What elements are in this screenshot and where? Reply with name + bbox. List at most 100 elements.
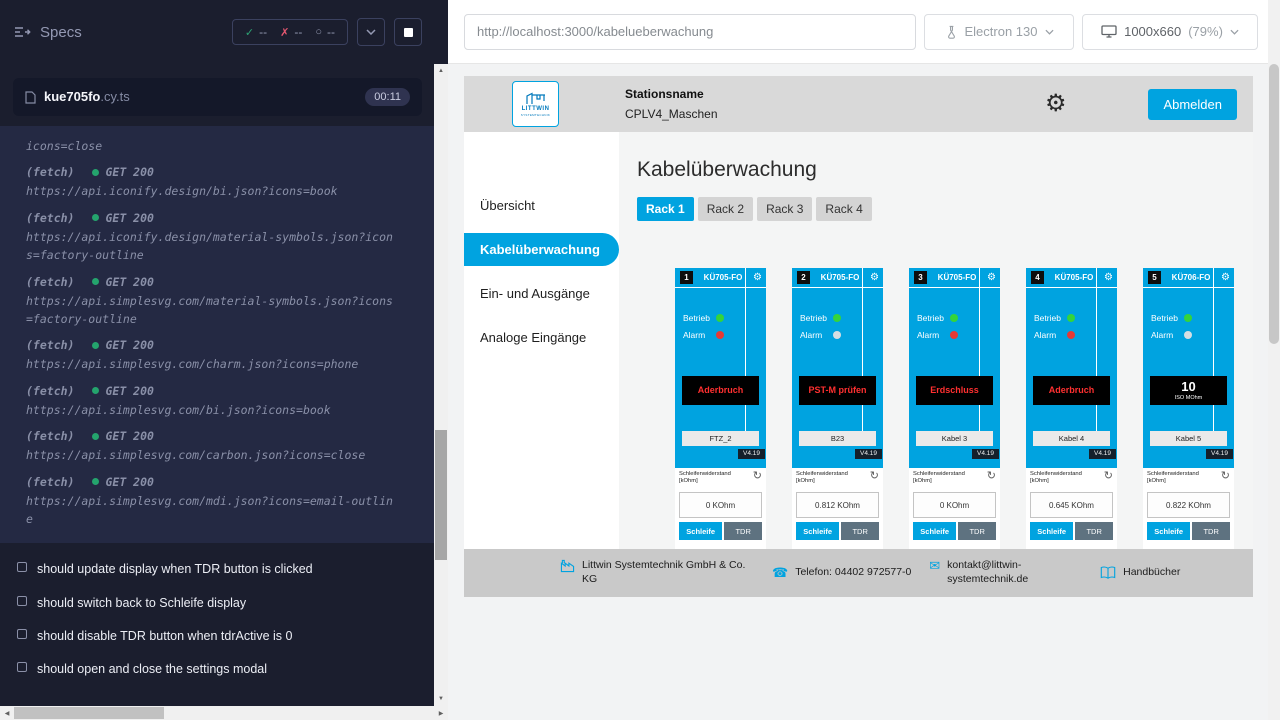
log-entry[interactable]: (fetch)GET 200https://api.simplesvg.com/… xyxy=(0,333,434,378)
page-scroll-thumb[interactable] xyxy=(1269,64,1279,344)
collapse-button[interactable] xyxy=(357,18,385,46)
scroll-right-arrow[interactable]: ▶ xyxy=(434,706,448,720)
page-scrollbar[interactable] xyxy=(1268,0,1280,720)
response-ok-dot xyxy=(92,387,99,394)
betrieb-row: Betrieb xyxy=(1034,309,1117,326)
status-display: Erdschluss xyxy=(916,376,993,405)
sidebar-item[interactable]: Analoge Eingänge xyxy=(464,315,619,359)
card-buttons: Schleife TDR xyxy=(913,522,996,540)
log-entry[interactable]: (fetch)GET 200https://api.simplesvg.com/… xyxy=(0,424,434,469)
rack-tab[interactable]: Rack 1 xyxy=(637,197,694,221)
betrieb-led xyxy=(1067,314,1075,322)
cable-name: Kabel 5 xyxy=(1150,431,1227,446)
page-title: Kabelüberwachung xyxy=(637,158,1253,182)
chevron-down-icon xyxy=(1230,29,1239,35)
rack-tab[interactable]: Rack 3 xyxy=(757,197,812,221)
phone-number: Telefon: 04402 972577-0 xyxy=(795,566,913,580)
tdr-button[interactable]: TDR xyxy=(958,522,996,540)
tdr-button[interactable]: TDR xyxy=(1075,522,1113,540)
log-entry[interactable]: icons=close xyxy=(0,132,434,160)
schleife-button[interactable]: Schleife xyxy=(913,522,956,540)
test-state-icon xyxy=(17,596,27,606)
chevron-down-icon xyxy=(1045,29,1054,35)
reporter-horizontal-scrollbar[interactable]: ◀ ▶ xyxy=(0,706,448,720)
command-log: icons=close(fetch)GET 200https://api.ico… xyxy=(0,126,434,543)
footer-email: ✉ kontakt@littwin-systemtechnik.de xyxy=(929,559,1042,586)
resistance-value: 0 KOhm xyxy=(679,492,762,518)
tdr-button[interactable]: TDR xyxy=(1192,522,1230,540)
card-header: 4 KÜ705-FO ⚙ xyxy=(1026,268,1117,288)
sidebar-item[interactable]: Ein- und Ausgänge xyxy=(464,271,619,315)
test-state-icon xyxy=(17,629,27,639)
stat-failed: ✗-- xyxy=(280,25,302,39)
device-settings-icon[interactable]: ⚙ xyxy=(870,273,879,283)
tdr-button[interactable]: TDR xyxy=(841,522,879,540)
scroll-down-arrow[interactable]: ▼ xyxy=(434,692,448,706)
sidebar-item[interactable]: Kabelüberwachung xyxy=(464,233,619,266)
log-entry[interactable]: (fetch)GET 200https://api.simplesvg.com/… xyxy=(0,270,434,334)
rack-tab[interactable]: Rack 4 xyxy=(816,197,871,221)
refresh-icon[interactable]: ↻ xyxy=(1104,471,1113,482)
browser-selector[interactable]: Electron 130 xyxy=(924,14,1074,50)
firmware-version: V4.19 xyxy=(1089,449,1116,459)
scroll-up-arrow[interactable]: ▲ xyxy=(434,64,448,78)
resistance-value: 0 KOhm xyxy=(913,492,996,518)
zoom-level: (79%) xyxy=(1188,24,1223,39)
betrieb-label: Betrieb xyxy=(800,313,833,323)
cable-name: Kabel 3 xyxy=(916,431,993,446)
test-item[interactable]: should update display when TDR button is… xyxy=(17,561,418,577)
test-item[interactable]: should disable TDR button when tdrActive… xyxy=(17,628,418,644)
card-divider xyxy=(979,268,980,431)
status-text: Aderbruch xyxy=(698,386,744,396)
spec-file-row[interactable]: kue705fo.cy.ts 00:11 xyxy=(13,78,422,116)
reporter-vertical-scrollbar[interactable]: ▲ ▼ xyxy=(434,64,448,706)
betrieb-label: Betrieb xyxy=(917,313,950,323)
app-main: Kabelüberwachung Rack 1Rack 2Rack 3Rack … xyxy=(619,132,1253,597)
phone-icon: ☎ xyxy=(772,566,788,579)
footer-manuals[interactable]: Handbücher xyxy=(1100,566,1180,580)
log-entry[interactable]: (fetch)GET 200https://api.iconify.design… xyxy=(0,160,434,205)
viewport-selector[interactable]: 1000x660 (79%) xyxy=(1082,14,1258,50)
schleife-button[interactable]: Schleife xyxy=(796,522,839,540)
betrieb-row: Betrieb xyxy=(800,309,883,326)
stop-run-button[interactable] xyxy=(394,18,422,46)
status-text: PST-M prüfen xyxy=(809,386,867,396)
device-settings-icon[interactable]: ⚙ xyxy=(1104,273,1113,283)
horizontal-scroll-thumb[interactable] xyxy=(14,707,164,719)
log-entry[interactable]: (fetch)GET 200https://api.simplesvg.com/… xyxy=(0,379,434,424)
url-input[interactable]: http://localhost:3000/kabelueberwachung xyxy=(464,14,916,50)
firmware-version: V4.19 xyxy=(972,449,999,459)
log-entry[interactable]: (fetch)GET 200https://api.iconify.design… xyxy=(0,206,434,270)
betrieb-led xyxy=(716,314,724,322)
vertical-scroll-thumb[interactable] xyxy=(435,430,447,560)
refresh-icon[interactable]: ↻ xyxy=(987,471,996,482)
schleife-button[interactable]: Schleife xyxy=(679,522,722,540)
refresh-icon[interactable]: ↻ xyxy=(753,471,762,482)
response-ok-dot xyxy=(92,214,99,221)
device-settings-icon[interactable]: ⚙ xyxy=(1221,273,1230,283)
rack-tab[interactable]: Rack 2 xyxy=(698,197,753,221)
device-settings-icon[interactable]: ⚙ xyxy=(753,273,762,283)
refresh-icon[interactable]: ↻ xyxy=(1221,471,1230,482)
device-settings-icon[interactable]: ⚙ xyxy=(987,273,996,283)
settings-gear-icon[interactable]: ⚙ xyxy=(1045,92,1067,116)
schleife-button[interactable]: Schleife xyxy=(1030,522,1073,540)
specs-menu-button[interactable]: Specs xyxy=(14,24,82,41)
measurement-header: Schleifenwiderstand [kOhm] ↻ xyxy=(679,471,762,484)
alarm-row: Alarm xyxy=(1151,326,1234,343)
test-item[interactable]: should open and close the settings modal xyxy=(17,661,418,677)
email-address[interactable]: kontakt@littwin-systemtechnik.de xyxy=(947,559,1042,586)
logout-button[interactable]: Abmelden xyxy=(1148,89,1237,120)
led-block: Betrieb Alarm xyxy=(917,309,1000,343)
tdr-button[interactable]: TDR xyxy=(724,522,762,540)
test-item[interactable]: should switch back to Schleife display xyxy=(17,595,418,611)
log-entry[interactable]: (fetch)GET 200https://api.simplesvg.com/… xyxy=(0,470,434,534)
station-label: Stationsname xyxy=(625,87,718,101)
schleife-button[interactable]: Schleife xyxy=(1147,522,1190,540)
refresh-icon[interactable]: ↻ xyxy=(870,471,879,482)
device-number: 5 xyxy=(1148,271,1161,284)
app-body: Übersicht Kabelüberwachung Ein- und Ausgän… xyxy=(464,132,1253,597)
scroll-left-arrow[interactable]: ◀ xyxy=(0,706,14,720)
betrieb-label: Betrieb xyxy=(1034,313,1067,323)
sidebar-item[interactable]: Übersicht xyxy=(464,183,619,227)
